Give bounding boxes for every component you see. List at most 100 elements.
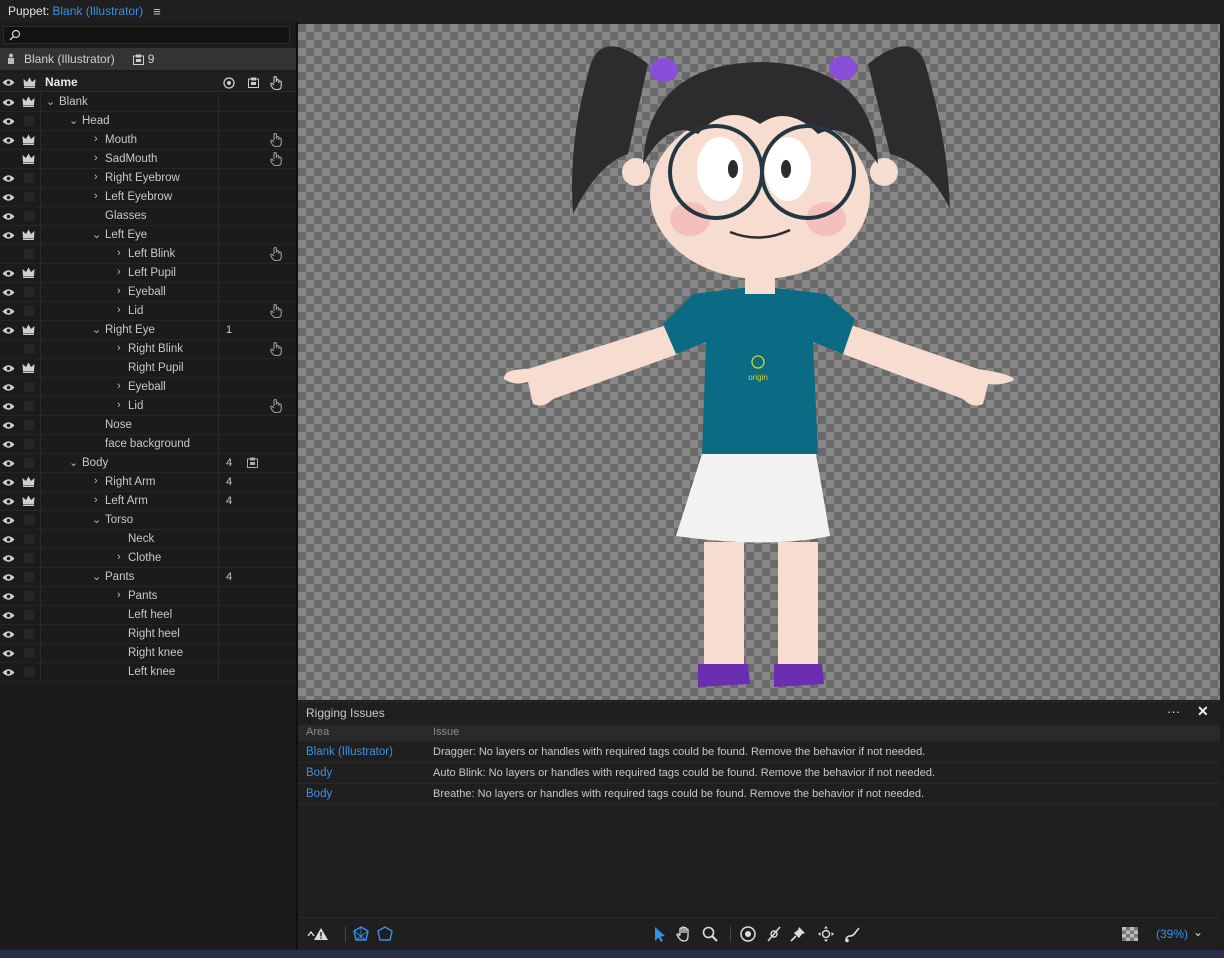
eye-icon[interactable] bbox=[2, 134, 15, 146]
crown-toggle-empty[interactable] bbox=[24, 591, 34, 601]
layer-row[interactable]: Glasses bbox=[0, 207, 296, 226]
layer-name[interactable]: Left Eye bbox=[105, 229, 147, 241]
transparency-grid-icon[interactable] bbox=[1121, 925, 1139, 943]
eye-icon[interactable] bbox=[2, 571, 15, 583]
chevron-right-icon[interactable]: › bbox=[117, 266, 121, 278]
issue-row[interactable]: Body Breathe: No layers or handles with r… bbox=[298, 784, 1220, 805]
crown-toggle-empty[interactable] bbox=[24, 249, 34, 259]
crown-toggle-empty[interactable] bbox=[24, 116, 34, 126]
name-column-label[interactable]: Name bbox=[45, 75, 78, 89]
chevron-right-icon[interactable]: › bbox=[117, 285, 121, 297]
eye-icon[interactable] bbox=[2, 552, 15, 564]
layer-row[interactable]: Right knee bbox=[0, 644, 296, 663]
eye-icon[interactable] bbox=[2, 210, 15, 222]
layer-name[interactable]: Right Arm bbox=[105, 476, 156, 488]
eye-icon[interactable] bbox=[2, 362, 15, 374]
eye-toggle-empty[interactable] bbox=[2, 343, 14, 355]
chevron-right-icon[interactable]: › bbox=[117, 380, 121, 392]
layer-name[interactable]: Right Eyebrow bbox=[105, 172, 180, 184]
crown-icon[interactable] bbox=[22, 495, 36, 507]
chevron-right-icon[interactable]: › bbox=[94, 475, 98, 487]
crown-toggle-empty[interactable] bbox=[24, 553, 34, 563]
visibility-column-icon[interactable] bbox=[2, 78, 15, 87]
crown-toggle-empty[interactable] bbox=[24, 572, 34, 582]
layer-name[interactable]: Lid bbox=[128, 400, 143, 412]
eye-icon[interactable] bbox=[2, 438, 15, 450]
eye-icon[interactable] bbox=[2, 267, 15, 279]
crown-toggle-empty[interactable] bbox=[24, 382, 34, 392]
chevron-right-icon[interactable]: › bbox=[94, 494, 98, 506]
crown-toggle-empty[interactable] bbox=[24, 420, 34, 430]
chevron-down-icon[interactable]: ⌄ bbox=[46, 95, 55, 108]
crown-toggle-empty[interactable] bbox=[24, 192, 34, 202]
layer-row[interactable]: ⌄ Right Eye 1 bbox=[0, 321, 296, 340]
eye-icon[interactable] bbox=[2, 590, 15, 602]
pin-tool-icon[interactable] bbox=[789, 925, 807, 943]
layer-name[interactable]: Left Pupil bbox=[128, 267, 176, 279]
chevron-right-icon[interactable]: › bbox=[94, 190, 98, 202]
layer-name[interactable]: Left Arm bbox=[105, 495, 148, 507]
layer-name[interactable]: Right Blink bbox=[128, 343, 183, 355]
chevron-right-icon[interactable]: › bbox=[117, 551, 121, 563]
layer-name[interactable]: Neck bbox=[128, 533, 154, 545]
layer-name[interactable]: Eyeball bbox=[128, 381, 166, 393]
crown-toggle-empty[interactable] bbox=[24, 173, 34, 183]
layer-row[interactable]: Left heel bbox=[0, 606, 296, 625]
crown-toggle-empty[interactable] bbox=[24, 515, 34, 525]
hand-tool-icon[interactable] bbox=[675, 925, 693, 943]
crown-toggle-empty[interactable] bbox=[24, 306, 34, 316]
zoom-tool-icon[interactable] bbox=[701, 925, 719, 943]
origin-column-icon[interactable] bbox=[223, 77, 235, 89]
eye-icon[interactable] bbox=[2, 476, 15, 488]
layer-name[interactable]: Glasses bbox=[105, 210, 147, 222]
layer-row[interactable]: › Lid bbox=[0, 397, 296, 416]
close-icon[interactable]: ✕ bbox=[1197, 703, 1209, 720]
eye-toggle-empty[interactable] bbox=[2, 153, 14, 165]
crown-icon[interactable] bbox=[22, 362, 36, 374]
crown-toggle-empty[interactable] bbox=[24, 667, 34, 677]
crown-toggle-empty[interactable] bbox=[24, 211, 34, 221]
stick-tool-icon[interactable] bbox=[765, 925, 783, 943]
puppet-header[interactable]: Blank (Illustrator) 9 bbox=[0, 48, 296, 70]
chevron-right-icon[interactable]: › bbox=[94, 133, 98, 145]
crown-toggle-empty[interactable] bbox=[24, 610, 34, 620]
issue-area-link[interactable]: Body bbox=[306, 788, 332, 800]
crown-toggle-empty[interactable] bbox=[24, 439, 34, 449]
more-options-icon[interactable]: ··· bbox=[1167, 704, 1180, 719]
layer-row[interactable]: Left knee bbox=[0, 663, 296, 682]
eye-toggle-empty[interactable] bbox=[2, 248, 14, 260]
layer-row[interactable]: Right Pupil bbox=[0, 359, 296, 378]
eye-icon[interactable] bbox=[2, 96, 15, 108]
layer-name[interactable]: face background bbox=[105, 438, 190, 450]
layer-name[interactable]: SadMouth bbox=[105, 153, 157, 165]
layer-row[interactable]: › Eyeball bbox=[0, 378, 296, 397]
crown-icon[interactable] bbox=[22, 229, 36, 241]
chevron-right-icon[interactable]: › bbox=[117, 247, 121, 259]
chevron-right-icon[interactable]: › bbox=[117, 342, 121, 354]
layer-name[interactable]: Left heel bbox=[128, 609, 172, 621]
layer-row[interactable]: › Left Arm 4 bbox=[0, 492, 296, 511]
layer-row[interactable]: › Pants bbox=[0, 587, 296, 606]
eye-icon[interactable] bbox=[2, 457, 15, 469]
layer-name[interactable]: Blank bbox=[59, 96, 88, 108]
eye-icon[interactable] bbox=[2, 172, 15, 184]
chevron-right-icon[interactable]: › bbox=[117, 399, 121, 411]
eye-icon[interactable] bbox=[2, 286, 15, 298]
eye-icon[interactable] bbox=[2, 533, 15, 545]
layer-row[interactable]: ⌄ Left Eye bbox=[0, 226, 296, 245]
eye-icon[interactable] bbox=[2, 191, 15, 203]
select-tool-icon[interactable] bbox=[650, 925, 668, 943]
crown-toggle-empty[interactable] bbox=[24, 534, 34, 544]
eye-icon[interactable] bbox=[2, 324, 15, 336]
chevron-down-icon[interactable]: ⌄ bbox=[69, 456, 78, 469]
chevron-right-icon[interactable]: › bbox=[94, 152, 98, 164]
crown-toggle-empty[interactable] bbox=[24, 287, 34, 297]
layer-row[interactable]: ⌄ Torso bbox=[0, 511, 296, 530]
zoom-level[interactable]: (39%) bbox=[1156, 927, 1188, 941]
mesh-view-icon[interactable] bbox=[352, 925, 370, 943]
eye-icon[interactable] bbox=[2, 115, 15, 127]
area-column-header[interactable]: Area bbox=[306, 726, 329, 738]
crown-toggle-empty[interactable] bbox=[24, 629, 34, 639]
layer-row[interactable]: › Right Blink bbox=[0, 340, 296, 359]
warning-toggle-icon[interactable] bbox=[306, 925, 330, 943]
